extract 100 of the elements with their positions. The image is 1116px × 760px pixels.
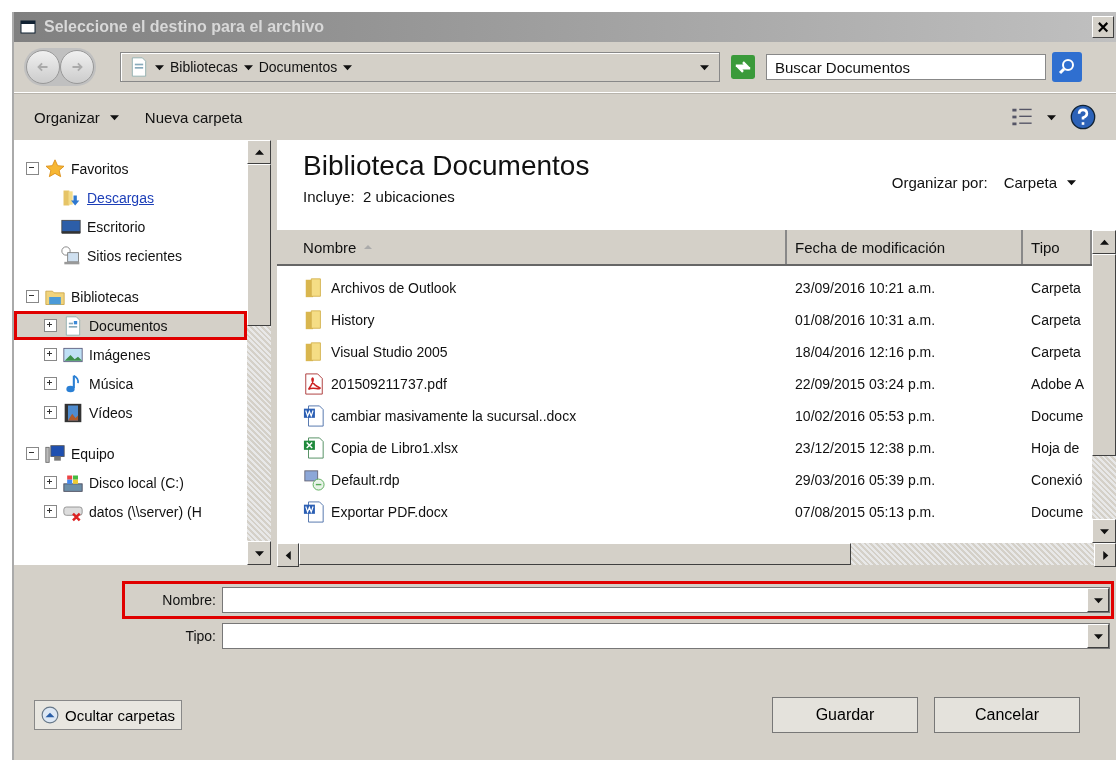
caret-icon[interactable] xyxy=(1047,112,1056,122)
tree-label: Vídeos xyxy=(89,404,133,421)
search-icon[interactable] xyxy=(1052,52,1082,82)
tree-item[interactable]: Música xyxy=(14,369,248,398)
scrollbar[interactable] xyxy=(1092,230,1116,543)
date-cell-text: 29/03/2016 05:39 p.m. xyxy=(794,472,937,488)
file-name-cell[interactable]: Archivos de Outlook xyxy=(277,277,788,299)
tree-item[interactable]: Favoritos xyxy=(14,154,248,183)
arrange-label: Organizar por: xyxy=(891,174,988,191)
tree-item[interactable]: Imágenes xyxy=(14,340,248,369)
scroll-left-icon[interactable] xyxy=(283,550,293,560)
type-cell-text: Conexió xyxy=(1030,472,1084,488)
tree-label: datos (\\server) (H xyxy=(89,503,202,520)
type-cell-text: Carpeta xyxy=(1030,312,1082,328)
library-subtitle: Incluye: 2 ubicaciones xyxy=(303,188,456,205)
caret-icon[interactable] xyxy=(155,62,164,72)
recent-places-icon xyxy=(61,245,81,266)
tree-item[interactable]: Bibliotecas xyxy=(14,282,248,311)
view-list-icon[interactable] xyxy=(1011,106,1033,128)
tree-label: Bibliotecas xyxy=(71,288,139,305)
breadcrumb[interactable]: Bibliotecas xyxy=(170,59,238,75)
caret-icon xyxy=(1067,178,1076,187)
computer-icon xyxy=(45,443,65,464)
scroll-down-icon[interactable] xyxy=(254,548,264,558)
dropdown-icon[interactable] xyxy=(1093,631,1103,641)
combo-field[interactable] xyxy=(222,587,1110,613)
word-document-icon xyxy=(303,501,326,523)
tree-label: Sitios recientes xyxy=(87,247,182,264)
collapse-up-icon xyxy=(41,706,59,724)
expand-icon[interactable] xyxy=(44,406,57,419)
tree-label: Documentos xyxy=(89,317,168,334)
tree-item[interactable]: Disco local (C:) xyxy=(14,468,248,497)
expand-icon[interactable] xyxy=(44,505,57,518)
scroll-up-icon[interactable] xyxy=(254,147,264,157)
breadcrumb[interactable]: Documentos xyxy=(258,59,338,75)
scrollbar[interactable] xyxy=(277,543,1116,565)
expand-icon[interactable] xyxy=(44,377,57,390)
hide-folders-button[interactable]: Ocultar carpetas xyxy=(34,700,183,730)
collapse-icon[interactable] xyxy=(26,290,39,303)
expand-icon[interactable] xyxy=(44,319,57,332)
caret-icon xyxy=(109,112,119,122)
expand-icon[interactable] xyxy=(44,476,57,489)
caret-icon[interactable] xyxy=(243,62,253,72)
tree-item[interactable]: Documentos xyxy=(14,311,248,340)
remote-desktop-icon xyxy=(303,469,326,491)
column-header[interactable]: Nombre xyxy=(277,230,788,264)
combo-field[interactable] xyxy=(222,623,1110,649)
help-icon[interactable] xyxy=(1070,104,1096,130)
file-name-cell[interactable]: Default.rdp xyxy=(277,469,788,491)
file-name-cell[interactable]: Exportar PDF.docx xyxy=(277,501,788,523)
document-icon xyxy=(63,315,83,336)
date-cell-text: 23/12/2015 12:38 p.m. xyxy=(794,440,937,456)
close-button[interactable]: × xyxy=(1092,16,1114,38)
tree-item[interactable]: Sitios recientes xyxy=(14,241,248,270)
scroll-down-icon[interactable] xyxy=(1099,526,1109,536)
film-icon xyxy=(63,402,83,423)
file-name-cell[interactable]: Visual Studio 2005 xyxy=(277,341,788,363)
date-cell-text: 01/08/2016 10:31 a.m. xyxy=(794,312,937,328)
scroll-right-icon[interactable] xyxy=(1100,550,1110,560)
type-cell-text: Docume xyxy=(1030,504,1085,520)
caret-icon[interactable] xyxy=(343,62,353,72)
tree-label: Equipo xyxy=(71,445,115,462)
dialog-button[interactable]: Cancelar xyxy=(934,697,1080,733)
file-name-cell[interactable]: Copia de Libro1.xlsx xyxy=(277,437,788,459)
toolbar-button[interactable]: Nueva carpeta xyxy=(138,104,249,130)
field-label: Nombre: xyxy=(161,592,216,608)
arrange-dropdown[interactable]: Carpeta xyxy=(1003,174,1076,191)
scroll-up-icon[interactable] xyxy=(1099,237,1109,247)
caret-icon[interactable] xyxy=(700,62,709,72)
dialog-button[interactable]: Guardar xyxy=(772,697,918,733)
date-cell-text: 18/04/2016 12:16 p.m. xyxy=(794,344,937,360)
window-icon xyxy=(20,19,36,35)
file-name-cell[interactable]: 201509211737.pdf xyxy=(277,373,788,395)
type-cell-text: Adobe A xyxy=(1030,376,1085,392)
window-title: Seleccione el destino para el archivo xyxy=(44,18,326,36)
tree-item[interactable]: Vídeos xyxy=(14,398,248,427)
tree-item[interactable]: datos (\\server) (H xyxy=(14,497,248,526)
expand-icon[interactable] xyxy=(44,348,57,361)
date-cell-text: 23/09/2016 10:21 a.m. xyxy=(794,280,937,296)
column-header[interactable]: Fecha de modificación xyxy=(787,230,1024,264)
type-cell-text: Carpeta xyxy=(1030,280,1082,296)
field-label: Tipo: xyxy=(184,628,216,644)
date-cell-text: 10/02/2016 05:53 p.m. xyxy=(794,408,937,424)
tree-label: Descargas xyxy=(87,189,154,206)
sort-arrow-icon xyxy=(364,243,373,251)
toolbar-button[interactable]: Organizar xyxy=(28,104,125,130)
dropdown-icon[interactable] xyxy=(1093,595,1103,605)
collapse-icon[interactable] xyxy=(26,447,39,460)
scrollbar[interactable] xyxy=(247,140,272,565)
collapse-icon[interactable] xyxy=(26,162,39,175)
address-bar[interactable]: Bibliotecas Documentos xyxy=(120,52,720,82)
tree-label: Disco local (C:) xyxy=(89,474,184,491)
tree-label: Música xyxy=(89,375,134,392)
tree-item[interactable]: Descargas xyxy=(14,183,248,212)
file-name-cell[interactable]: History xyxy=(277,309,788,331)
file-name-cell[interactable]: cambiar masivamente la sucursal..docx xyxy=(277,405,788,427)
type-cell-text: Hoja de xyxy=(1030,440,1081,456)
tree-item[interactable]: Equipo xyxy=(14,439,248,468)
search-field[interactable]: Buscar Documentos xyxy=(766,54,1046,80)
tree-item[interactable]: Escritorio xyxy=(14,212,248,241)
